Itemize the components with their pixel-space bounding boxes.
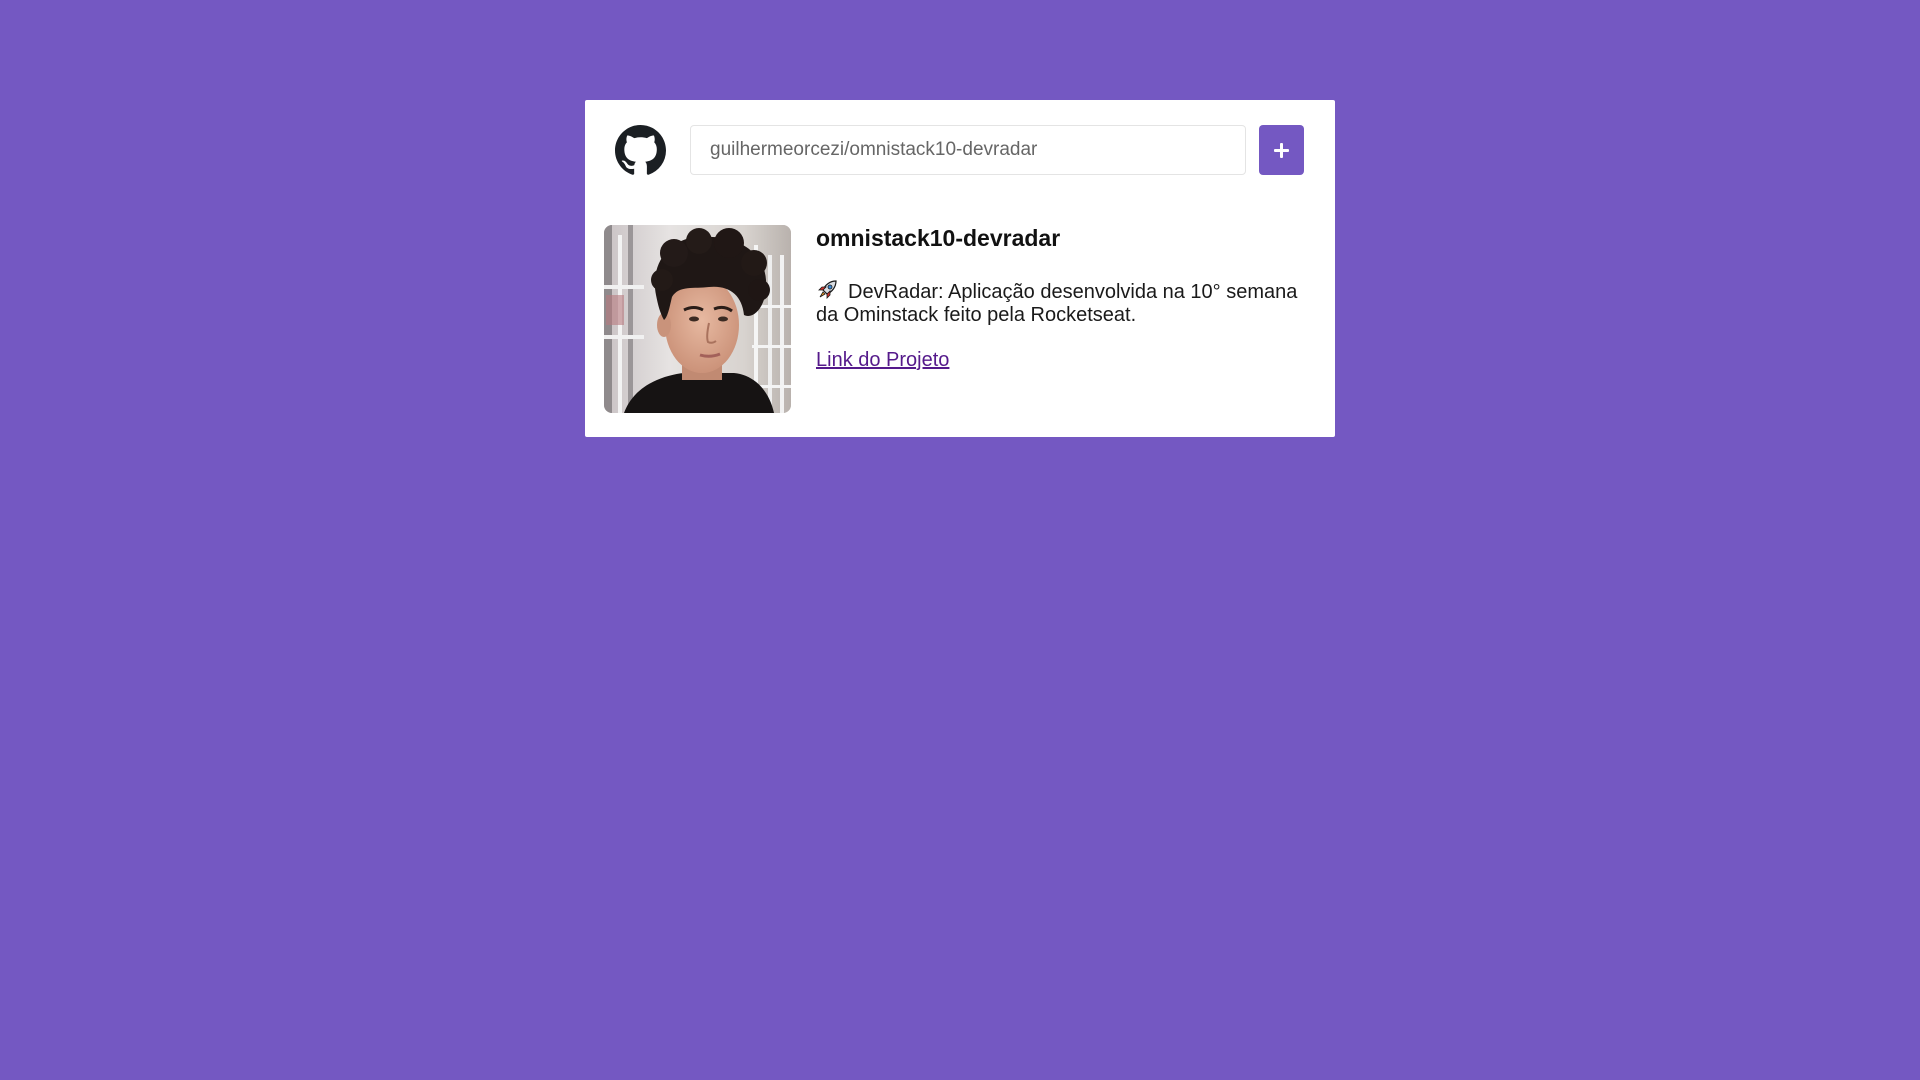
github-icon	[615, 125, 666, 176]
rocket-icon	[816, 279, 840, 301]
add-repository-button[interactable]	[1259, 125, 1304, 175]
repository-list-item: omnistack10-devradar DevRadar: Aplicação…	[604, 225, 1314, 415]
repository-description: DevRadar: Aplicação desenvolvida na 10° …	[816, 281, 1298, 326]
plus-icon	[1274, 142, 1289, 158]
repository-search-input[interactable]	[690, 125, 1246, 175]
repository-description-block: DevRadar: Aplicação desenvolvida na 10° …	[816, 279, 1306, 327]
repository-name: omnistack10-devradar	[816, 225, 1061, 251]
repository-card: omnistack10-devradar DevRadar: Aplicação…	[585, 100, 1335, 437]
project-link[interactable]: Link do Projeto	[816, 349, 949, 372]
user-avatar	[604, 225, 791, 413]
